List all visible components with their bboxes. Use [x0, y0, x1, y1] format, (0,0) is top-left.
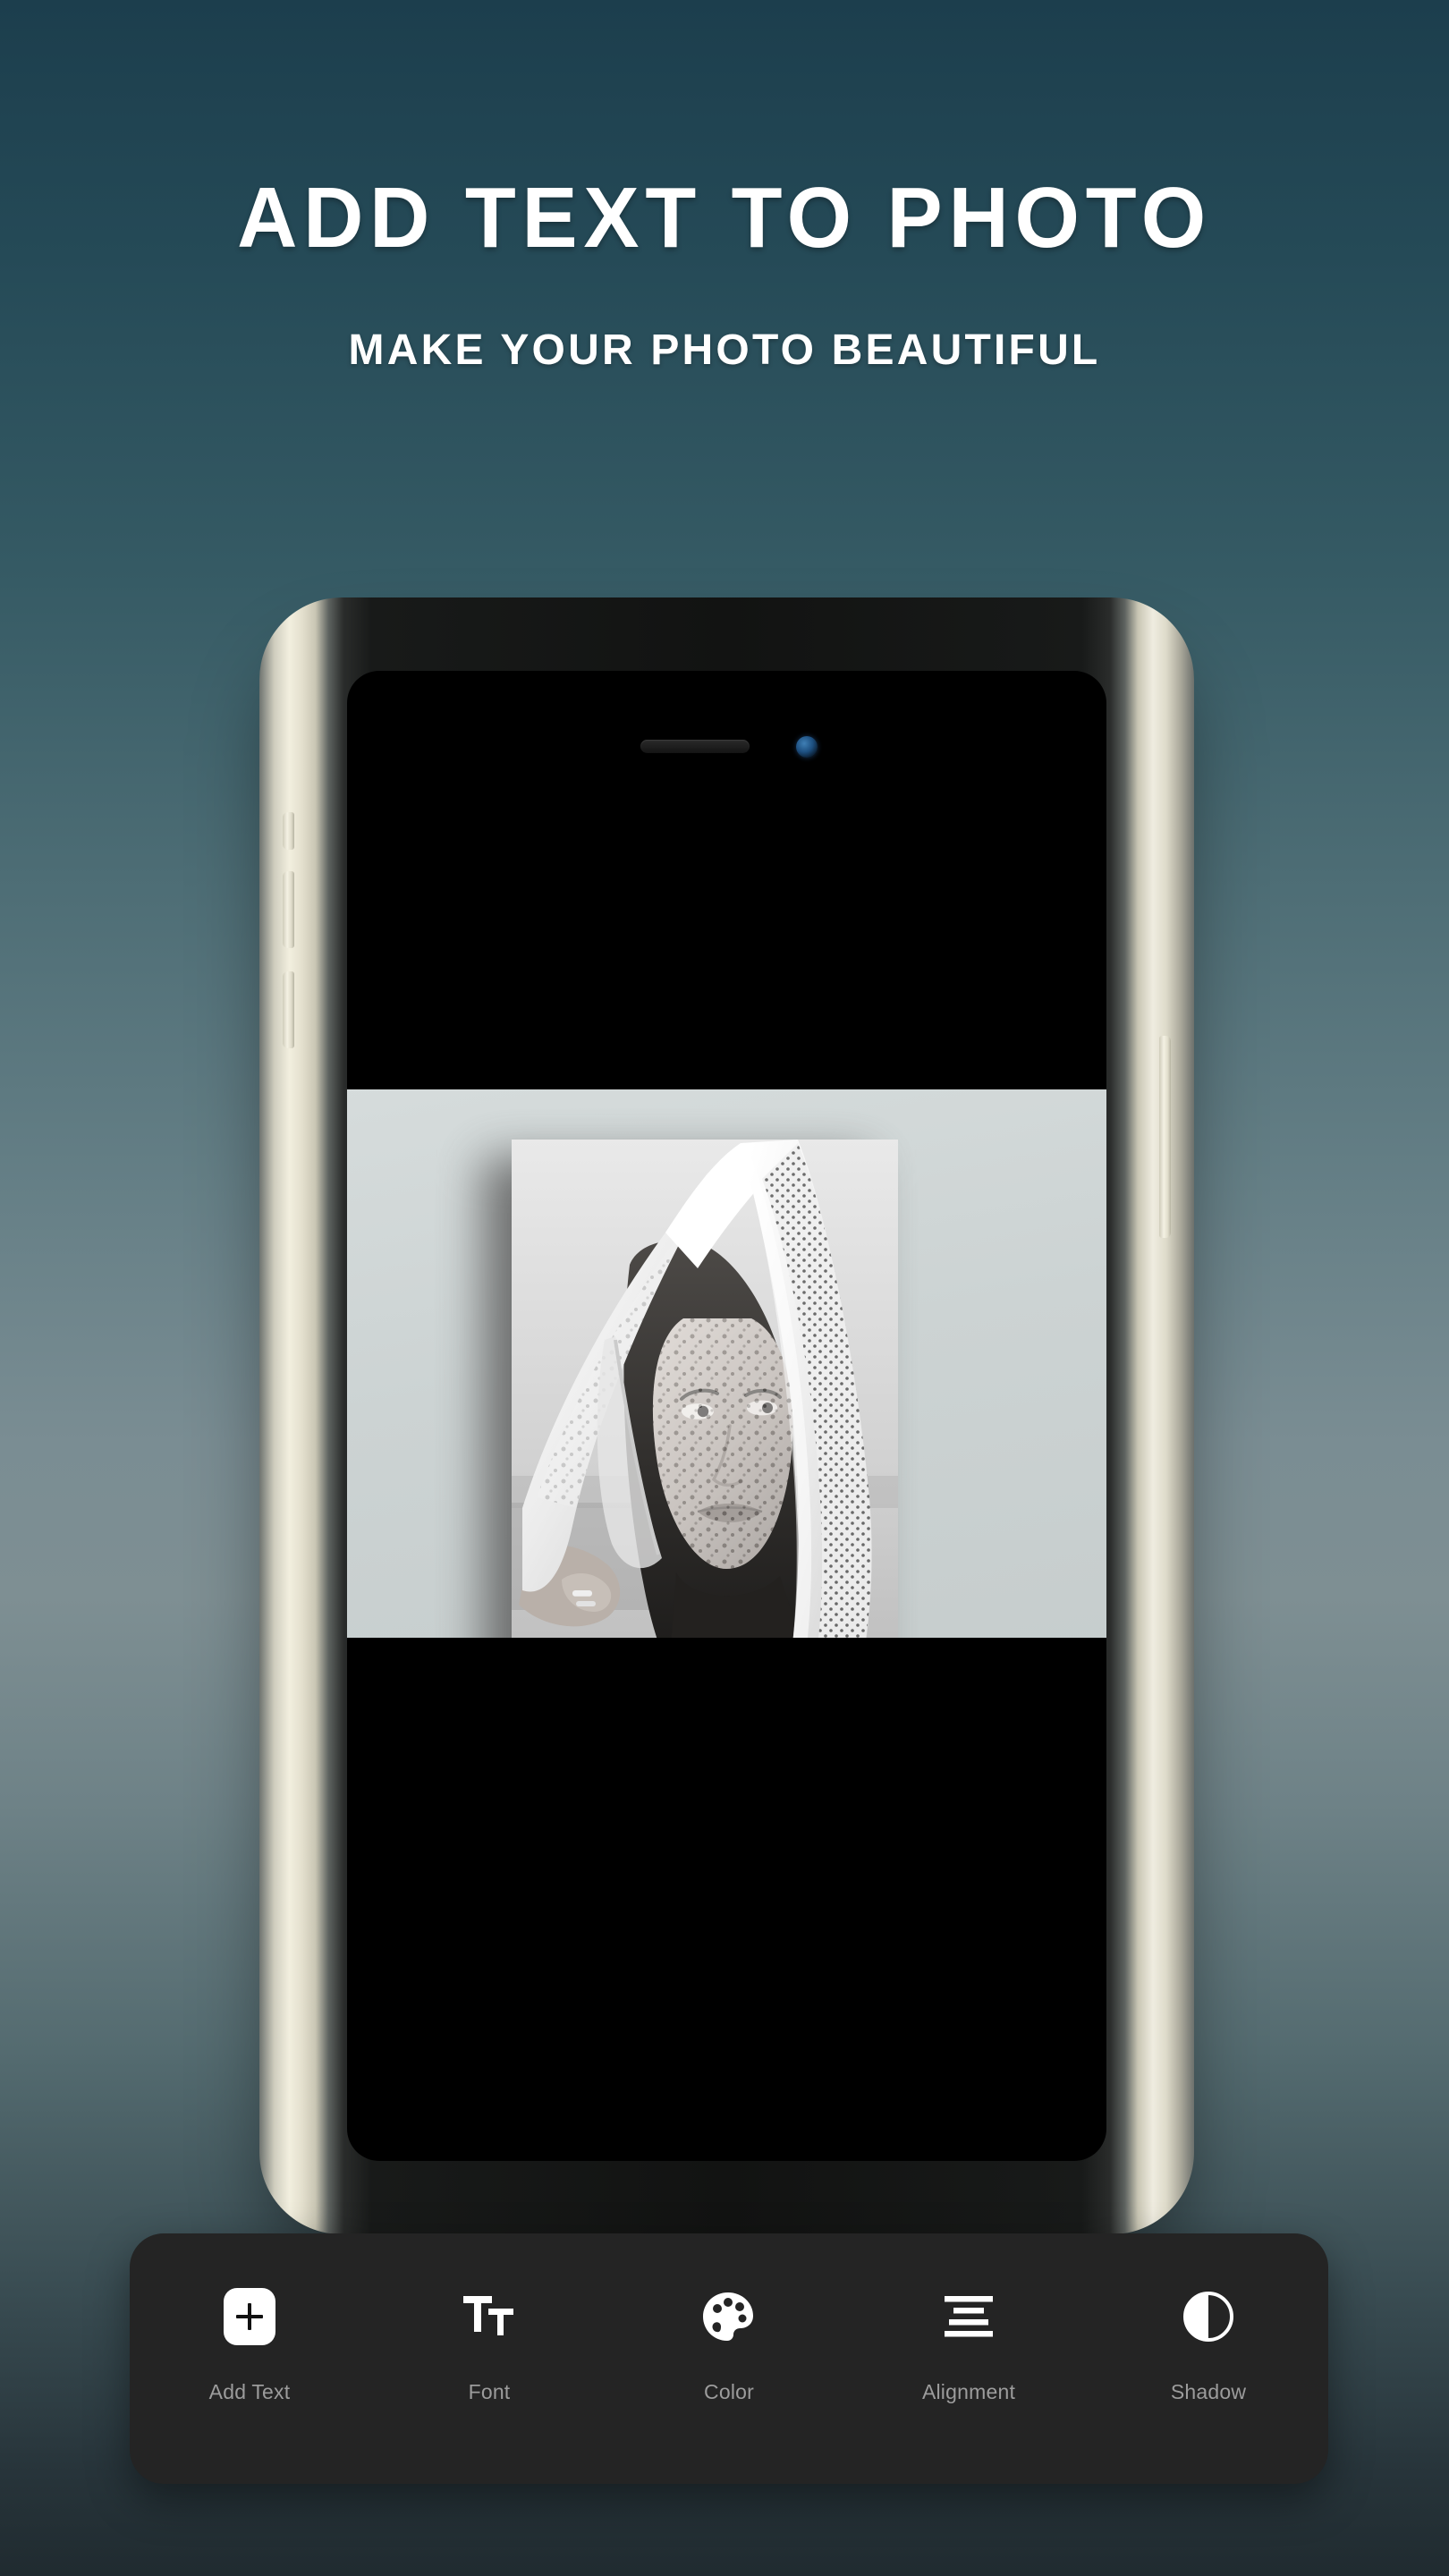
- toolbar-label-color: Color: [704, 2380, 754, 2403]
- phone-mockup: [259, 597, 1194, 2234]
- volume-up-button[interactable]: [283, 871, 294, 948]
- toolbar-label-add-text: Add Text: [208, 2380, 291, 2403]
- toolbar-item-font[interactable]: Font: [369, 2233, 609, 2484]
- silent-switch[interactable]: [283, 812, 294, 850]
- photo-canvas[interactable]: [347, 1089, 1106, 1638]
- power-button[interactable]: [1159, 1036, 1171, 1238]
- contrast-half-circle-icon: [1177, 2285, 1240, 2348]
- page-subtitle: MAKE YOUR PHOTO BEAUTIFUL: [348, 326, 1101, 374]
- speaker-grille-icon: [640, 740, 750, 753]
- photo-layer[interactable]: [512, 1140, 898, 1638]
- toolbar-label-font: Font: [468, 2380, 511, 2403]
- font-size-icon: [458, 2285, 521, 2348]
- headline-container: ADD TEXT TO PHOTO: [0, 175, 1449, 261]
- toolbar-item-color[interactable]: Color: [609, 2233, 849, 2484]
- toolbar-item-alignment[interactable]: Alignment: [849, 2233, 1089, 2484]
- toolbar-label-shadow: Shadow: [1170, 2380, 1247, 2403]
- paint-palette-icon: [698, 2285, 760, 2348]
- phone-screen: [347, 671, 1106, 2161]
- phone-bezel: [281, 615, 1173, 2216]
- toolbar-item-add-text[interactable]: Add Text: [130, 2233, 369, 2484]
- volume-down-button[interactable]: [283, 971, 294, 1048]
- promo-screenshot: ADD TEXT TO PHOTO MAKE YOUR PHOTO BEAUTI…: [0, 0, 1449, 2576]
- align-center-icon: [937, 2285, 1000, 2348]
- toolbar-item-shadow[interactable]: Shadow: [1089, 2233, 1328, 2484]
- phone-frame: [259, 597, 1194, 2234]
- toolbar-label-alignment: Alignment: [921, 2380, 1016, 2403]
- plus-square-icon: [218, 2285, 281, 2348]
- front-camera-icon: [795, 736, 818, 758]
- editor-toolbar: Add Text Font Color Alignment Shadow: [130, 2233, 1328, 2484]
- page-title: ADD TEXT TO PHOTO: [237, 170, 1212, 266]
- subheadline-container: MAKE YOUR PHOTO BEAUTIFUL: [0, 329, 1449, 372]
